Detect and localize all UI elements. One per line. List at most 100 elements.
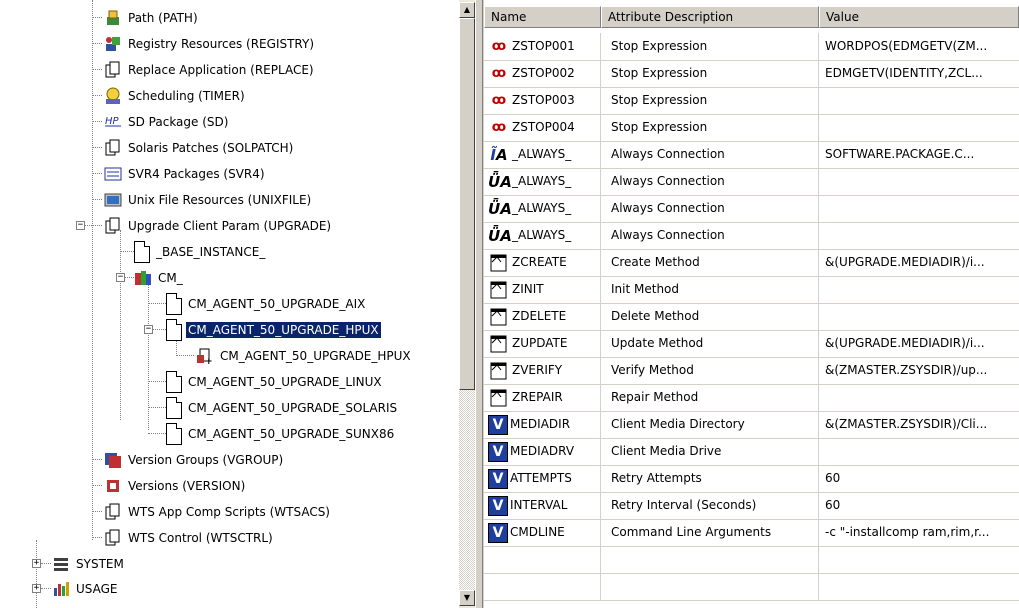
instance-icon bbox=[166, 396, 182, 419]
collapse-toggle[interactable]: − bbox=[76, 221, 85, 230]
tree-node-instance-aix[interactable]: CM_AGENT_50_UPGRADE_AIX bbox=[148, 291, 367, 316]
class-icon bbox=[104, 529, 122, 547]
cell-description: Delete Method bbox=[601, 303, 819, 330]
cell-description: Stop Expression bbox=[601, 87, 819, 114]
tree-node-wtsctrl[interactable]: WTS Control (WTSCTRL) bbox=[92, 525, 275, 550]
tree-pane[interactable]: Path (PATH) Registry Resources (REGISTRY… bbox=[0, 0, 459, 608]
column-header-value[interactable]: Value bbox=[819, 6, 1019, 28]
table-row[interactable]: ZVERIFY Verify Method &(ZMASTER.ZSYSDIR)/u… bbox=[484, 357, 1019, 385]
collapse-toggle[interactable]: − bbox=[116, 273, 125, 282]
table-row[interactable]: ꝏ ZSTOP003 Stop Expression bbox=[484, 87, 1019, 115]
cell-description: Repair Method bbox=[601, 384, 819, 411]
tree-connector bbox=[92, 121, 102, 122]
tree-node-vgroup[interactable]: Version Groups (VGROUP) bbox=[92, 447, 285, 472]
variable-icon: V bbox=[488, 495, 508, 516]
attribute-name: ZINIT bbox=[512, 282, 544, 296]
tree-node-path[interactable]: Path (PATH) bbox=[92, 5, 200, 30]
cell-name: ZUPDATE bbox=[484, 330, 601, 357]
table-row[interactable]: ǕA _ALWAYS_ Always Connection bbox=[484, 168, 1019, 196]
tree-connector bbox=[92, 43, 102, 44]
pane-splitter[interactable] bbox=[475, 0, 483, 608]
tree-node-scheduling[interactable]: Scheduling (TIMER) bbox=[92, 83, 247, 108]
tree-node-label: Unix File Resources (UNIXFILE) bbox=[128, 192, 312, 207]
scroll-up-arrow-icon[interactable]: ▲ bbox=[459, 2, 475, 18]
attribute-name: ZSTOP004 bbox=[512, 120, 575, 134]
variable-icon: V bbox=[488, 414, 508, 435]
tree-node-instance-hpux[interactable]: − CM_AGENT_50_UPGRADE_HPUX bbox=[144, 317, 382, 342]
expand-toggle[interactable]: + bbox=[32, 584, 41, 593]
tree-node-replace[interactable]: Replace Application (REPLACE) bbox=[92, 57, 316, 82]
cell-value: SOFTWARE.PACKAGE.C... bbox=[825, 147, 975, 161]
table-row[interactable]: ꝏ ZSTOP001 Stop Expression WORDPOS(EDMGETV(… bbox=[484, 33, 1019, 61]
cell-value bbox=[819, 573, 1019, 600]
tree-node-base-instance[interactable]: _BASE_INSTANCE_ bbox=[120, 239, 267, 264]
tree-node-label: Path (PATH) bbox=[128, 10, 198, 25]
tree-node-svr4[interactable]: SVR4 Packages (SVR4) bbox=[92, 161, 267, 186]
cell-description: Retry Attempts bbox=[601, 465, 819, 492]
tree-node-registry[interactable]: Registry Resources (REGISTRY) bbox=[92, 31, 316, 56]
tree-connector bbox=[41, 563, 51, 564]
table-row[interactable]: V CMDLINE Command Line Arguments -c "-insta… bbox=[484, 519, 1019, 547]
cell-name: V CMDLINE bbox=[484, 519, 601, 546]
table-row[interactable]: ZCREATE Create Method &(UPGRADE.MEDIADIR)/… bbox=[484, 249, 1019, 277]
cell-value bbox=[819, 114, 1019, 141]
tree-node-instance-linux[interactable]: CM_AGENT_50_UPGRADE_LINUX bbox=[148, 369, 384, 394]
tree-scrollbar[interactable]: ▲ ▼ bbox=[458, 0, 476, 608]
tree-connector bbox=[148, 407, 166, 408]
version-icon bbox=[104, 477, 122, 495]
tree-node-system[interactable]: + SYSTEM bbox=[32, 551, 126, 576]
class-icon bbox=[104, 503, 122, 521]
scroll-down-arrow-icon[interactable]: ▼ bbox=[459, 590, 475, 606]
hp-sd-icon: HP bbox=[104, 113, 122, 131]
unixfile-icon bbox=[104, 191, 122, 209]
table-row[interactable]: V INTERVAL Retry Interval (Seconds) 60 bbox=[484, 492, 1019, 520]
version-group-icon bbox=[104, 451, 122, 469]
tree-node-label: _BASE_INSTANCE_ bbox=[156, 244, 266, 259]
table-row[interactable]: ZINIT Init Method bbox=[484, 276, 1019, 304]
tree-node-label: SD Package (SD) bbox=[128, 114, 229, 129]
scroll-thumb[interactable] bbox=[459, 18, 475, 390]
cell-name bbox=[484, 546, 601, 573]
column-header-name[interactable]: Name bbox=[484, 6, 601, 28]
attribute-name: ZSTOP001 bbox=[512, 39, 575, 53]
tree-node-instance-solaris[interactable]: CM_AGENT_50_UPGRADE_SOLARIS bbox=[148, 395, 399, 420]
scroll-track[interactable] bbox=[459, 390, 475, 590]
cell-value bbox=[819, 168, 1019, 195]
table-row[interactable]: ꝏ ZSTOP002 Stop Expression EDMGETV(IDENTITY… bbox=[484, 60, 1019, 88]
table-row[interactable]: V ATTEMPTS Retry Attempts 60 bbox=[484, 465, 1019, 493]
table-row[interactable]: V MEDIADRV Client Media Drive bbox=[484, 438, 1019, 466]
tree-node-usage[interactable]: + USAGE bbox=[32, 576, 120, 601]
collapse-toggle[interactable]: − bbox=[144, 325, 153, 334]
attribute-name: ZVERIFY bbox=[512, 363, 563, 377]
cell-description: Verify Method bbox=[601, 357, 819, 384]
class-icon bbox=[104, 217, 122, 235]
tree-node-solpatch[interactable]: Solaris Patches (SOLPATCH) bbox=[92, 135, 295, 160]
table-row[interactable]: ĨA _ALWAYS_ Always Connection SOFTWARE.PACK… bbox=[484, 141, 1019, 169]
tree-connector bbox=[92, 199, 102, 200]
table-row[interactable]: ǕA _ALWAYS_ Always Connection bbox=[484, 195, 1019, 223]
tree-node-cm[interactable]: − CM_ bbox=[116, 265, 185, 290]
table-row[interactable]: ZDELETE Delete Method bbox=[484, 303, 1019, 331]
cell-name: ZDELETE bbox=[484, 303, 601, 330]
table-row[interactable]: ǕA _ALWAYS_ Always Connection bbox=[484, 222, 1019, 250]
tree-node-connection-hpux[interactable]: + CM_AGENT_50_UPGRADE_HPUX bbox=[176, 343, 413, 368]
tree-node-sd-package[interactable]: HP SD Package (SD) bbox=[92, 109, 230, 134]
tree-connector bbox=[41, 588, 51, 589]
table-row[interactable]: ꝏ ZSTOP004 Stop Expression bbox=[484, 114, 1019, 142]
cell-name: ĨA _ALWAYS_ bbox=[484, 141, 601, 168]
tree-node-upgrade[interactable]: − Upgrade Client Param (UPGRADE) bbox=[76, 213, 333, 238]
table-row[interactable]: V MEDIADIR Client Media Directory &(ZMASTER… bbox=[484, 411, 1019, 439]
column-header-description[interactable]: Attribute Description bbox=[601, 6, 819, 28]
table-row[interactable]: ZUPDATE Update Method &(UPGRADE.MEDIADIR)/… bbox=[484, 330, 1019, 358]
cell-description bbox=[601, 573, 819, 600]
tree-node-wtsacs[interactable]: WTS App Comp Scripts (WTSACS) bbox=[92, 499, 332, 524]
tree-node-versions[interactable]: Versions (VERSION) bbox=[92, 473, 247, 498]
tree-connector bbox=[153, 329, 166, 330]
expand-toggle[interactable]: + bbox=[32, 559, 41, 568]
expression-icon: ꝏ bbox=[491, 119, 507, 135]
attribute-list[interactable]: Name Attribute Description Value ꝏ ZSTOP0… bbox=[484, 0, 1019, 608]
instance-icon bbox=[166, 370, 182, 393]
tree-node-instance-sunx86[interactable]: CM_AGENT_50_UPGRADE_SUNX86 bbox=[148, 421, 396, 446]
table-row[interactable]: ZREPAIR Repair Method bbox=[484, 384, 1019, 412]
tree-node-unixfile[interactable]: Unix File Resources (UNIXFILE) bbox=[92, 187, 313, 212]
